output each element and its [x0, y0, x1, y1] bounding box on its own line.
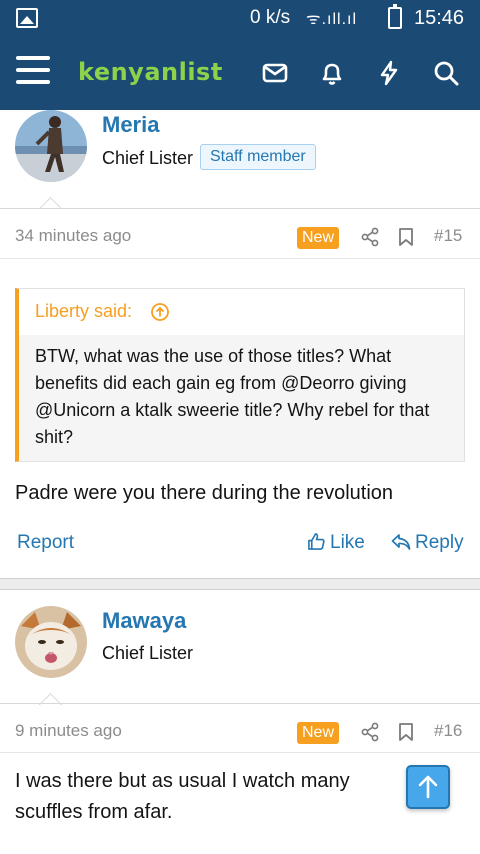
post-body: Padre were you there during the revoluti…	[15, 482, 394, 504]
like-label: Like	[330, 532, 365, 553]
share-icon[interactable]	[360, 722, 380, 742]
inbox-icon[interactable]	[260, 58, 290, 88]
status-bar: 0 k/s ᯤ.ıll.ıl 15:46	[0, 0, 480, 36]
post-author-header: Meria Chief Lister Staff member	[0, 110, 480, 208]
divider	[0, 258, 480, 259]
share-icon[interactable]	[360, 227, 380, 247]
bell-icon[interactable]	[317, 58, 347, 88]
avatar[interactable]	[15, 606, 87, 678]
site-logo[interactable]: kenyanlist	[78, 58, 223, 86]
thumbs-up-icon	[308, 533, 325, 550]
reply-button[interactable]: Reply	[391, 532, 464, 554]
signal-icon: ᯤ.ıll.ıl	[306, 11, 358, 28]
bolt-icon[interactable]	[374, 58, 404, 88]
quote-block: Liberty said: BTW, what was the use of t…	[15, 288, 465, 462]
post-separator	[0, 578, 480, 590]
search-icon[interactable]	[431, 58, 461, 88]
like-button[interactable]: Like	[307, 532, 365, 554]
quote-header: Liberty said:	[19, 289, 464, 335]
post-time[interactable]: 9 minutes ago	[15, 721, 122, 741]
post-meta: 9 minutes ago New #16	[0, 713, 480, 753]
bookmark-icon[interactable]	[398, 227, 414, 247]
scroll-to-top-button[interactable]	[406, 765, 450, 809]
username[interactable]: Mawaya	[102, 608, 186, 634]
post-actions: Report Like Reply	[0, 524, 480, 564]
arrow-up-circle-icon[interactable]	[150, 302, 170, 322]
post-body: I was there but as usual I watch many sc…	[15, 770, 350, 823]
post-number[interactable]: #15	[434, 226, 462, 246]
post-author-header: Mawaya Chief Lister	[0, 591, 480, 703]
avatar[interactable]	[15, 110, 87, 182]
network-speed: 0 k/s	[250, 7, 291, 28]
quote-attribution[interactable]: Liberty said:	[35, 301, 132, 322]
reply-label: Reply	[415, 532, 464, 553]
divider	[0, 208, 480, 209]
bookmark-icon[interactable]	[398, 722, 414, 742]
app-header: kenyanlist	[0, 36, 480, 110]
user-title: Chief Lister	[102, 148, 194, 168]
clock: 15:46	[414, 7, 465, 29]
divider	[0, 752, 480, 753]
post-time[interactable]: 34 minutes ago	[15, 226, 131, 246]
username[interactable]: Meria	[102, 112, 159, 138]
quote-text: BTW, what was the use of those titles? W…	[35, 346, 430, 447]
post-number[interactable]: #16	[434, 721, 462, 741]
battery-icon	[388, 4, 402, 29]
next-content-peek	[0, 842, 480, 854]
menu-icon[interactable]	[16, 56, 50, 86]
gallery-notification-icon	[16, 8, 38, 28]
post-meta: 34 minutes ago New #15	[0, 218, 480, 258]
arrow-up-icon	[418, 775, 438, 799]
divider	[0, 703, 480, 704]
new-badge: New	[297, 722, 340, 744]
report-link[interactable]: Report	[17, 532, 74, 554]
reply-icon	[391, 534, 411, 550]
user-title: Chief Lister	[102, 643, 194, 663]
staff-badge: Staff member	[200, 144, 316, 170]
new-badge: New	[297, 227, 340, 249]
